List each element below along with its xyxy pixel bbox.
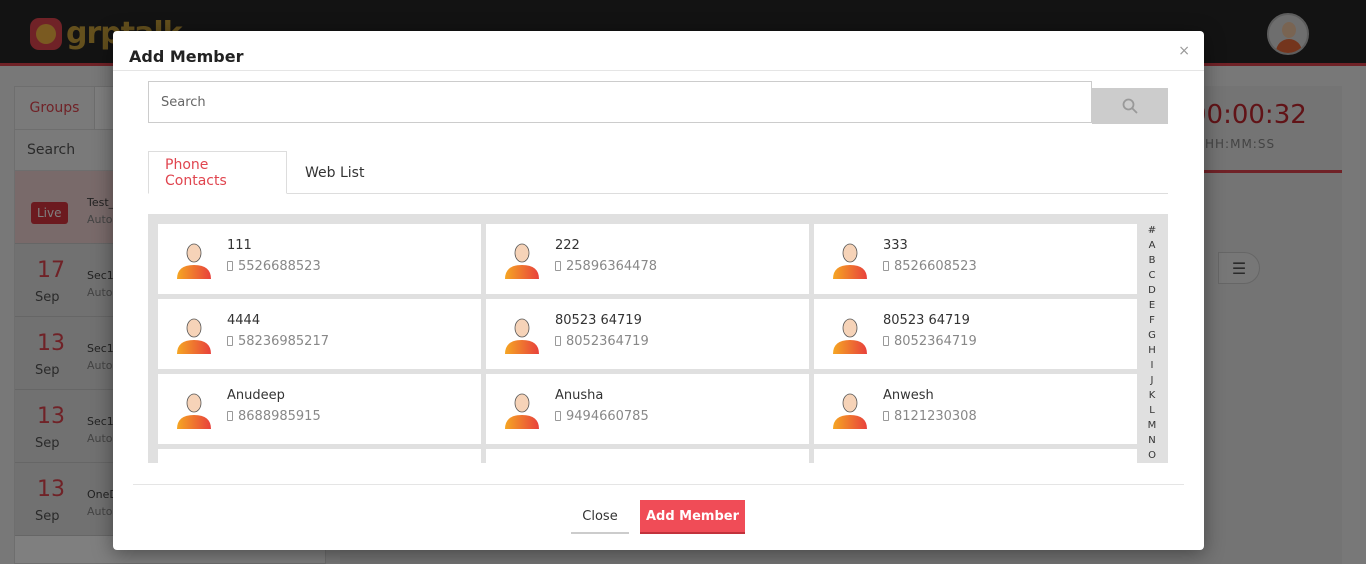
- avatar-icon: [833, 393, 867, 429]
- contact-card[interactable]: [814, 449, 1137, 463]
- avatar-icon: [177, 243, 211, 279]
- alpha-letter[interactable]: F: [1143, 313, 1161, 328]
- alpha-letter[interactable]: #: [1143, 223, 1161, 238]
- contact-phone: 5526688523: [227, 259, 321, 274]
- phone-icon: [555, 261, 561, 271]
- contact-card[interactable]: Anwesh 8121230308: [814, 374, 1137, 444]
- phone-icon: [555, 411, 561, 421]
- phone-number: 5526688523: [238, 259, 321, 274]
- search-button[interactable]: [1092, 88, 1168, 124]
- contact-name: 222: [555, 238, 580, 253]
- contact-phone: 8121230308: [883, 409, 977, 424]
- phone-icon: [883, 336, 889, 346]
- phone-number: 8688985915: [238, 409, 321, 424]
- contact-name: 333: [883, 238, 908, 253]
- contact-name: 111: [227, 238, 252, 253]
- alpha-letter[interactable]: H: [1143, 343, 1161, 358]
- contact-card[interactable]: [158, 449, 481, 463]
- contact-name: Anusha: [555, 388, 604, 403]
- alpha-letter[interactable]: I: [1143, 358, 1161, 373]
- close-icon[interactable]: ×: [1178, 43, 1190, 59]
- contact-phone: 8052364719: [883, 334, 977, 349]
- phone-icon: [227, 411, 233, 421]
- avatar-icon: [177, 393, 211, 429]
- tab-phone-contacts[interactable]: Phone Contacts: [148, 151, 287, 194]
- avatar-icon: [505, 393, 539, 429]
- alpha-letter[interactable]: A: [1143, 238, 1161, 253]
- phone-icon: [883, 261, 889, 271]
- contact-card[interactable]: 80523 64719 8052364719: [486, 299, 809, 369]
- contact-phone: 58236985217: [227, 334, 329, 349]
- search-icon: [1122, 98, 1138, 114]
- avatar-icon: [505, 318, 539, 354]
- alpha-letter[interactable]: O: [1143, 448, 1161, 463]
- phone-icon: [883, 411, 889, 421]
- contact-phone: 8688985915: [227, 409, 321, 424]
- search-input[interactable]: [148, 81, 1092, 123]
- phone-number: 8052364719: [894, 334, 977, 349]
- alpha-letter[interactable]: M: [1143, 418, 1161, 433]
- alpha-letter[interactable]: D: [1143, 283, 1161, 298]
- phone-icon: [227, 336, 233, 346]
- alpha-letter[interactable]: L: [1143, 403, 1161, 418]
- phone-number: 8121230308: [894, 409, 977, 424]
- close-button[interactable]: Close: [571, 500, 629, 534]
- avatar-icon: [833, 243, 867, 279]
- tab-web-list[interactable]: Web List: [289, 151, 380, 194]
- alphabet-index: # A B C D E F G H I J K L M N O: [1143, 223, 1161, 463]
- modal-title: Add Member: [129, 47, 244, 66]
- contact-phone: 25896364478: [555, 259, 657, 274]
- phone-icon: [227, 261, 233, 271]
- phone-number: 9494660785: [566, 409, 649, 424]
- add-member-modal: Add Member × Phone Contacts Web List 111…: [113, 31, 1204, 550]
- alpha-letter[interactable]: G: [1143, 328, 1161, 343]
- add-member-button[interactable]: Add Member: [640, 500, 745, 534]
- phone-number: 8052364719: [566, 334, 649, 349]
- contact-phone: 9494660785: [555, 409, 649, 424]
- phone-icon: [555, 336, 561, 346]
- contact-phone: 8052364719: [555, 334, 649, 349]
- contact-tabs: Phone Contacts Web List: [148, 151, 1168, 194]
- avatar-icon: [505, 243, 539, 279]
- alpha-letter[interactable]: B: [1143, 253, 1161, 268]
- contact-card[interactable]: 222 25896364478: [486, 224, 809, 294]
- alpha-letter[interactable]: C: [1143, 268, 1161, 283]
- contact-name: Anudeep: [227, 388, 285, 403]
- contact-card[interactable]: [486, 449, 809, 463]
- contact-card[interactable]: Anudeep 8688985915: [158, 374, 481, 444]
- phone-number: 25896364478: [566, 259, 657, 274]
- contact-name: 80523 64719: [883, 313, 970, 328]
- contact-name: Anwesh: [883, 388, 934, 403]
- contact-name: 4444: [227, 313, 261, 328]
- contact-card[interactable]: 80523 64719 8052364719: [814, 299, 1137, 369]
- phone-number: 8526608523: [894, 259, 977, 274]
- contact-card[interactable]: 333 8526608523: [814, 224, 1137, 294]
- contact-card[interactable]: 4444 58236985217: [158, 299, 481, 369]
- contact-name: 80523 64719: [555, 313, 642, 328]
- alpha-letter[interactable]: J: [1143, 373, 1161, 388]
- alpha-letter[interactable]: N: [1143, 433, 1161, 448]
- contact-card[interactable]: 111 5526688523: [158, 224, 481, 294]
- modal-footer-divider: [133, 484, 1184, 485]
- avatar-icon: [177, 318, 211, 354]
- modal-header: Add Member ×: [113, 31, 1204, 71]
- phone-number: 58236985217: [238, 334, 329, 349]
- avatar-icon: [833, 318, 867, 354]
- contact-card[interactable]: Anusha 9494660785: [486, 374, 809, 444]
- contact-phone: 8526608523: [883, 259, 977, 274]
- alpha-letter[interactable]: E: [1143, 298, 1161, 313]
- contacts-grid[interactable]: 111 5526688523 222 25896364478 333 85266…: [148, 214, 1168, 463]
- alpha-letter[interactable]: K: [1143, 388, 1161, 403]
